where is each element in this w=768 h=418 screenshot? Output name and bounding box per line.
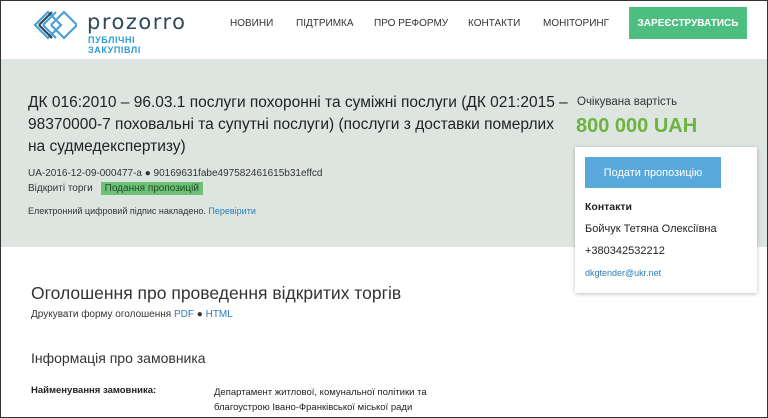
contact-phone: +380342532212 xyxy=(585,245,665,257)
procedure-line: Відкриті торги Подання пропозицій xyxy=(28,182,203,195)
customer-name-value: Департамент житлової, комунальної політи… xyxy=(214,387,427,413)
amount-number: 800 000 xyxy=(576,115,649,137)
page-frame: prozorro ПУБЛІЧНІ ЗАКУПІВЛІ НОВИНИ ПІДТР… xyxy=(0,0,768,418)
expected-value-amount: 800 000 UAH xyxy=(576,115,697,138)
contact-email-link[interactable]: dkgtender@ukr.net xyxy=(585,268,661,278)
status-badge: Подання пропозицій xyxy=(100,182,203,195)
site-header: prozorro ПУБЛІЧНІ ЗАКУПІВЛІ НОВИНИ ПІДТР… xyxy=(1,1,767,59)
logo-subtitle: ПУБЛІЧНІ ЗАКУПІВЛІ xyxy=(88,35,141,55)
customer-info-heading: Інформація про замовника xyxy=(31,350,206,366)
contacts-heading: Контакти xyxy=(585,201,632,213)
amount-currency: UAH xyxy=(653,115,698,137)
nav-contacts[interactable]: КОНТАКТИ xyxy=(468,18,520,29)
print-form-line: Друкувати форму оголошення PDF ● HTML xyxy=(31,309,233,320)
expected-value-label: Очікувана вартість xyxy=(577,96,678,108)
nav-about-reform[interactable]: ПРО РЕФОРМУ xyxy=(374,18,448,29)
customer-name-label: Найменування замовника: xyxy=(31,385,157,396)
signature-line: Електронний цифровий підпис накладено. П… xyxy=(28,206,256,216)
prozorro-logo-icon xyxy=(33,10,77,40)
print-html-link[interactable]: HTML xyxy=(206,309,233,320)
nav-monitoring[interactable]: МОНІТОРИНГ xyxy=(543,18,609,29)
nav-news[interactable]: НОВИНИ xyxy=(230,18,273,29)
contact-person: Бойчук Тетяна Олексіївна xyxy=(585,223,717,235)
nav-support[interactable]: ПІДТРИМКА xyxy=(296,18,354,29)
tender-title: ДК 016:2010 – 96.03.1 послуги похоронні … xyxy=(28,94,568,155)
contact-card: Подати пропозицію Контакти Бойчук Тетяна… xyxy=(575,147,757,293)
verify-signature-link[interactable]: Перевірити xyxy=(208,206,255,216)
register-button[interactable]: ЗАРЕЄСТРУВАТИСЬ xyxy=(629,7,747,39)
logo-name: prozorro xyxy=(87,10,187,34)
notice-title: Оголошення про проведення відкритих торг… xyxy=(31,283,402,303)
tender-id: UA-2016-12-09-000477-a ● 90169631fabe497… xyxy=(28,168,323,179)
signature-text: Електронний цифровий підпис накладено. xyxy=(28,206,206,216)
print-form-text: Друкувати форму оголошення xyxy=(31,309,172,320)
submit-offer-button[interactable]: Подати пропозицію xyxy=(585,157,721,188)
print-separator: ● xyxy=(196,309,203,320)
procedure-type: Відкриті торги xyxy=(28,183,93,194)
print-pdf-link[interactable]: PDF xyxy=(174,309,194,320)
prozorro-logo[interactable]: prozorro ПУБЛІЧНІ ЗАКУПІВЛІ xyxy=(31,8,191,55)
